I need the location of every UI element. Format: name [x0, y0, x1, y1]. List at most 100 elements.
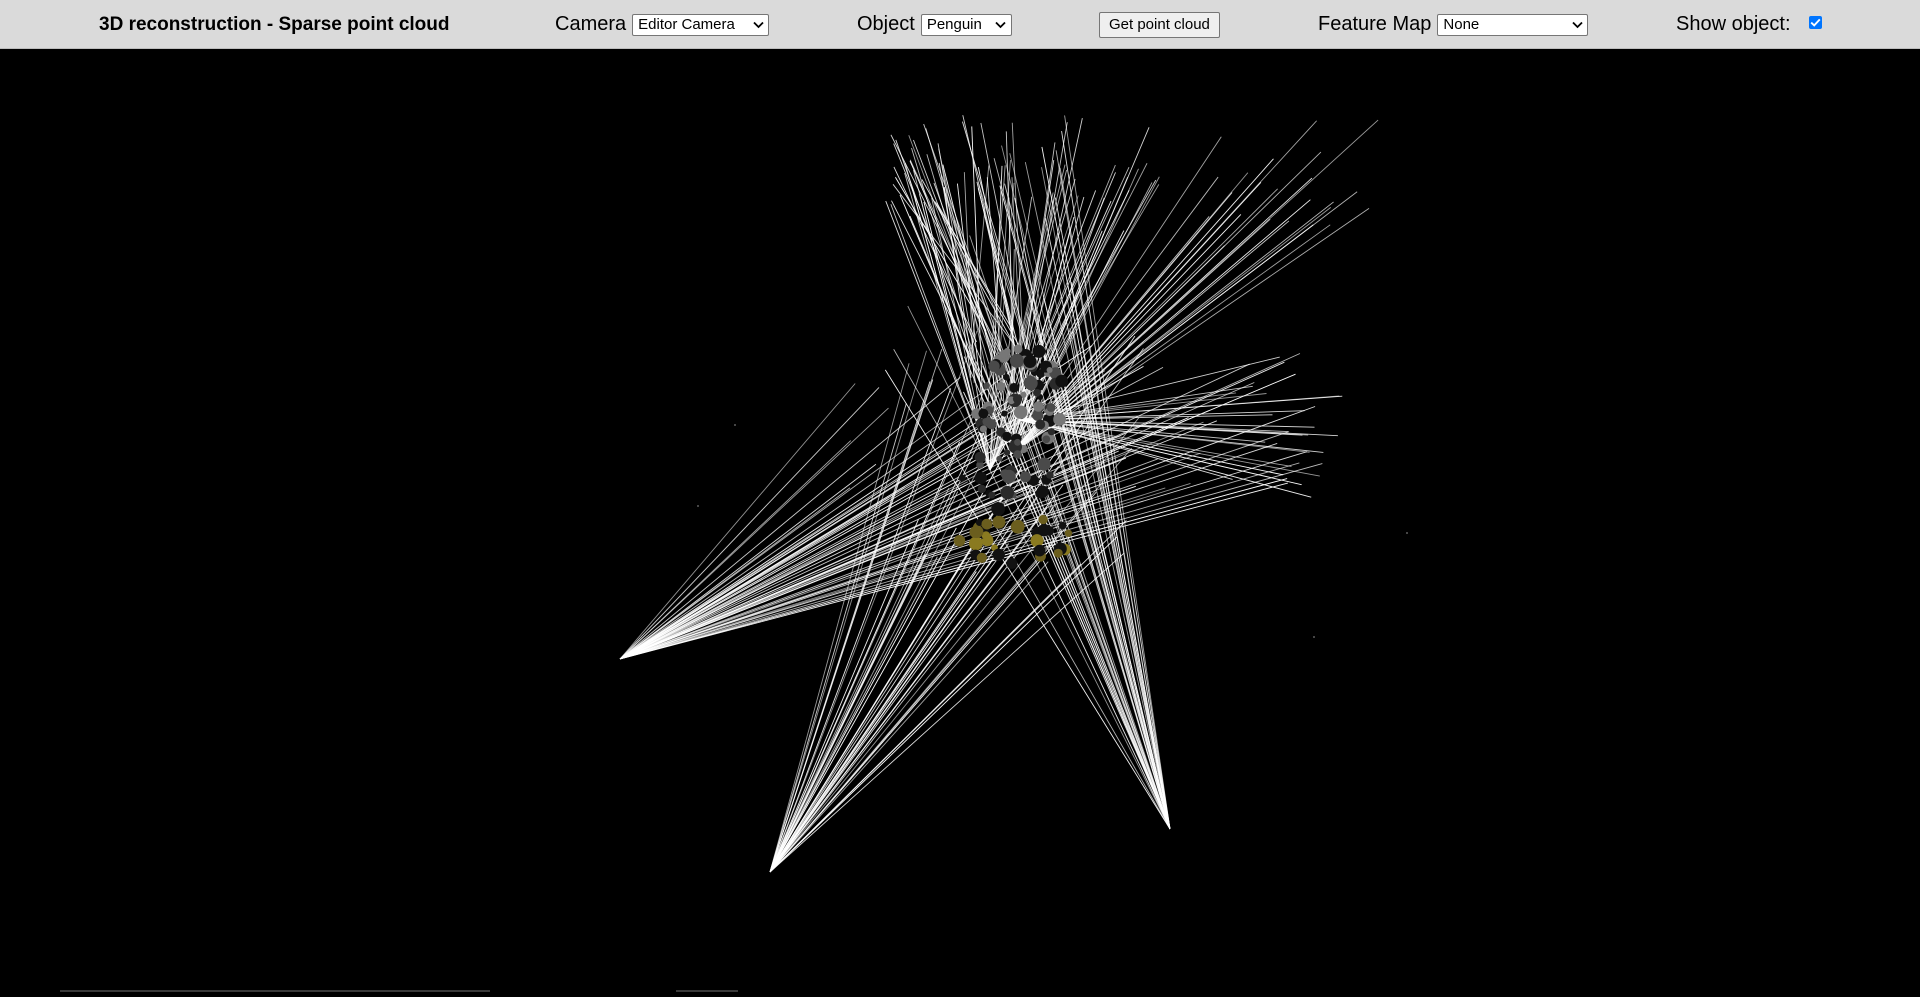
camera-ray [619, 451, 1308, 660]
feature-map-control: Feature Map None [1318, 0, 1589, 49]
point [986, 419, 997, 430]
object-select-value: Penguin [926, 16, 982, 33]
point [1046, 367, 1053, 373]
point [953, 535, 966, 547]
point [1037, 457, 1051, 471]
point [1053, 413, 1066, 426]
3d-viewport[interactable] [0, 49, 1920, 992]
show-object-checkbox[interactable] [1808, 16, 1822, 29]
point [1038, 514, 1048, 525]
point [977, 484, 987, 494]
stray-point [697, 505, 699, 507]
point [988, 360, 1000, 372]
camera-ray [1019, 419, 1312, 498]
point [969, 526, 982, 538]
camera-ray [890, 134, 1002, 354]
toolbar: 3D reconstruction - Sparse point cloud C… [0, 0, 1920, 49]
camera-ray [769, 388, 952, 873]
point [996, 381, 1006, 392]
camera-ray [619, 481, 969, 660]
camera-ray [619, 406, 1316, 660]
point [1046, 403, 1056, 412]
point-cloud-scene[interactable] [0, 49, 1920, 992]
point [983, 382, 990, 390]
get-point-cloud-button[interactable]: Get point cloud [1099, 11, 1220, 38]
camera-ray [619, 478, 1288, 660]
point [1038, 524, 1051, 537]
camera-select-value: Editor Camera [638, 16, 735, 33]
point [1058, 521, 1067, 530]
point [1064, 529, 1073, 537]
point [1047, 428, 1055, 436]
object-label: Object [857, 13, 915, 35]
stray-point [734, 424, 736, 426]
camera-ray [769, 350, 927, 873]
chevron-down-icon [995, 19, 1007, 31]
camera-ray [619, 363, 1250, 660]
camera-ray [619, 463, 1323, 660]
point [1009, 353, 1024, 368]
show-object-label: Show object: [1676, 13, 1791, 35]
point [1001, 410, 1008, 417]
point [1033, 544, 1046, 557]
point [1003, 347, 1011, 355]
chevron-down-icon [1571, 19, 1583, 31]
point [1006, 557, 1018, 569]
point [1033, 388, 1041, 397]
point [1000, 485, 1014, 500]
point [1033, 401, 1044, 412]
camera-ray [619, 462, 1300, 660]
point [1012, 394, 1023, 404]
point [1023, 355, 1037, 368]
point [992, 548, 1005, 561]
point [979, 425, 988, 433]
feature-map-select-value: None [1443, 16, 1480, 33]
app-title: 3D reconstruction - Sparse point cloud [99, 13, 450, 35]
checkmark-icon [1810, 18, 1821, 27]
point [1053, 548, 1063, 558]
point [976, 552, 987, 563]
camera-ray [769, 431, 998, 873]
point [1035, 419, 1046, 430]
camera-rays [619, 115, 1379, 873]
camera-ray [908, 135, 1171, 830]
point [991, 502, 1005, 516]
point [1002, 431, 1012, 442]
point [969, 536, 983, 551]
point [1009, 383, 1019, 393]
object-control: Object Penguin [857, 0, 1012, 49]
point [981, 518, 993, 530]
point [1010, 519, 1025, 534]
object-select[interactable]: Penguin [920, 13, 1012, 36]
point [1055, 374, 1069, 388]
camera-label: Camera [555, 13, 627, 35]
point [974, 471, 987, 485]
point [1023, 376, 1038, 390]
point [1032, 344, 1046, 358]
point [1013, 450, 1022, 459]
point [1013, 344, 1023, 354]
camera-ray [769, 330, 978, 873]
show-object-control: Show object: [1676, 0, 1822, 49]
camera-ray [769, 491, 1097, 873]
point [1019, 471, 1031, 483]
point [1036, 485, 1049, 498]
point [992, 515, 1006, 529]
point [1004, 449, 1011, 456]
point [996, 455, 1003, 462]
chevron-down-icon [752, 19, 764, 31]
camera-ray [619, 431, 1290, 660]
point [974, 451, 986, 463]
camera-ray [769, 348, 943, 873]
feature-map-select[interactable]: None [1437, 13, 1589, 36]
point [1014, 405, 1028, 419]
stray-point [1406, 532, 1408, 534]
camera-select[interactable]: Editor Camera [632, 13, 770, 36]
get-point-cloud-wrap: Get point cloud [1099, 0, 1220, 49]
point [958, 474, 966, 482]
point [1042, 435, 1051, 444]
point [988, 491, 996, 499]
camera-control: Camera Editor Camera [555, 0, 770, 49]
feature-map-label: Feature Map [1318, 13, 1432, 35]
point [978, 408, 989, 419]
